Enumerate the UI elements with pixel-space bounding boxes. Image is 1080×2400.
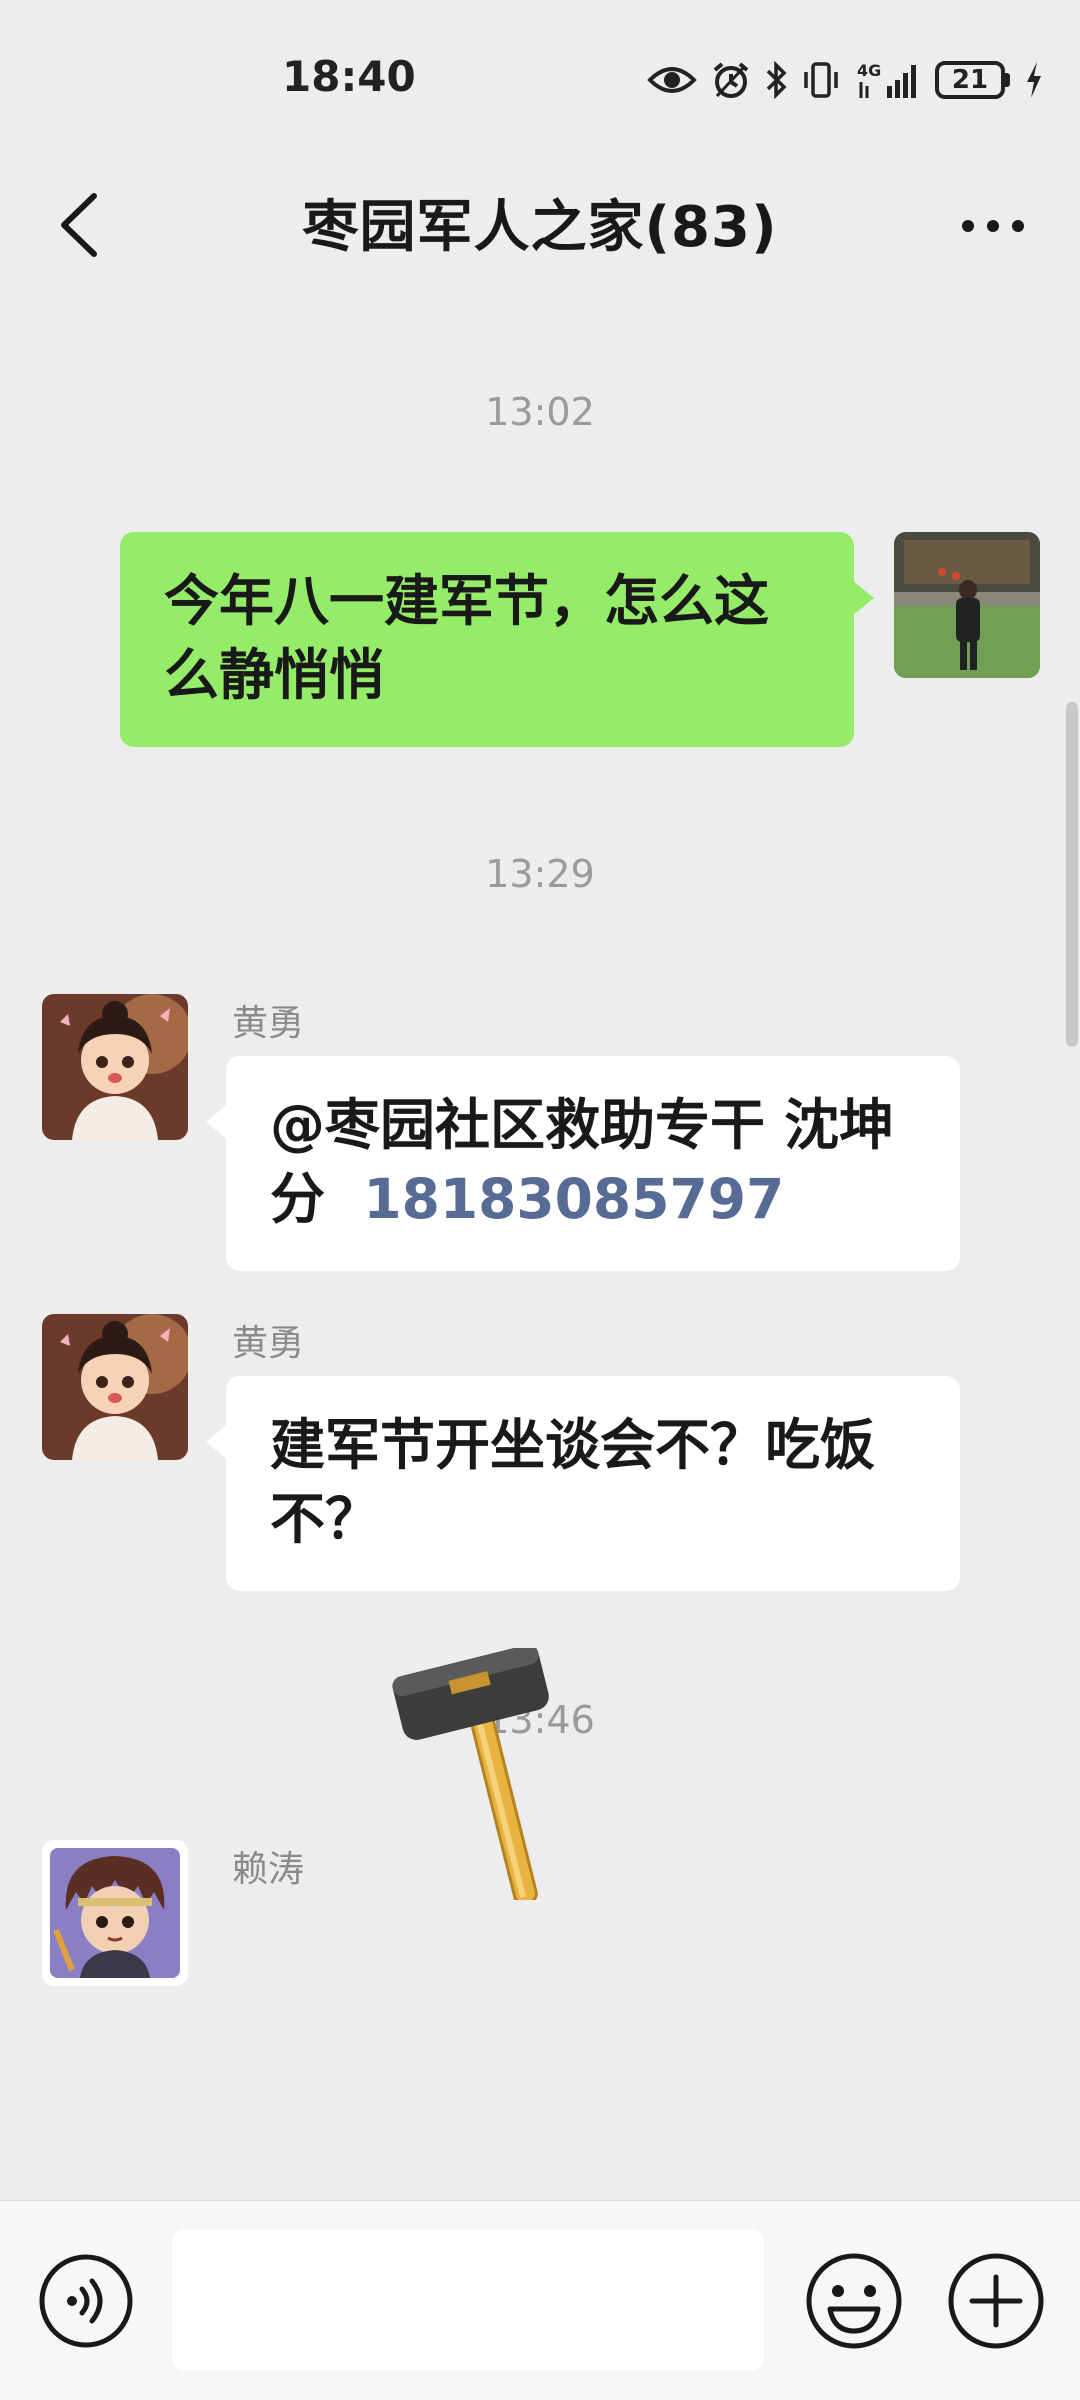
network-label: 4G xyxy=(857,61,881,80)
signal-icon: 4G xyxy=(857,61,916,98)
chat-header: 枣园军人之家(83) xyxy=(0,150,1080,300)
phone-number-link[interactable]: 18183085797 xyxy=(363,1167,784,1231)
hammer-sticker[interactable] xyxy=(380,1648,580,1900)
eye-icon xyxy=(647,67,697,93)
timestamp: 13:02 xyxy=(485,390,595,434)
sender-avatar[interactable] xyxy=(42,1840,188,1986)
voice-icon[interactable] xyxy=(38,2253,134,2349)
alarm-icon xyxy=(713,62,749,98)
status-icons: 4G 21 xyxy=(647,58,1044,102)
my-avatar[interactable] xyxy=(894,532,1040,678)
charging-icon xyxy=(1027,62,1041,98)
more-dots-icon[interactable] xyxy=(958,206,1028,246)
input-bar xyxy=(0,2200,1080,2400)
timestamp: 13:29 xyxy=(485,852,595,896)
status-time: 18:40 xyxy=(282,52,416,101)
plus-icon[interactable] xyxy=(946,2251,1046,2351)
incoming-message-bubble[interactable]: @枣园社区救助专干 沈坤分 18183085797 xyxy=(206,1056,960,1271)
sender-avatar[interactable] xyxy=(42,1314,188,1460)
status-bar: 18:40 4G 21 xyxy=(0,0,1080,150)
sender-avatar[interactable] xyxy=(42,994,188,1140)
chat-title: 枣园军人之家(83) xyxy=(302,195,778,260)
outgoing-message-bubble[interactable]: 今年八一建军节，怎么这么静悄悄 xyxy=(120,532,874,747)
message-list[interactable]: 13:02 今年八一建军节，怎么这么静悄悄 13:29 黄勇 @枣园社区救助专干… xyxy=(0,300,1080,2200)
emoji-icon[interactable] xyxy=(804,2251,904,2351)
message-input[interactable] xyxy=(172,2229,764,2371)
battery-level: 21 xyxy=(935,61,1005,99)
battery-icon: 21 xyxy=(935,61,1010,99)
sender-name: 赖涛 xyxy=(232,1849,305,1890)
bluetooth-icon xyxy=(766,60,787,100)
sender-name: 黄勇 xyxy=(232,1323,305,1364)
sender-name: 黄勇 xyxy=(232,1003,305,1044)
vibrate-icon xyxy=(804,62,838,98)
incoming-message-bubble[interactable]: 建军节开坐谈会不？吃饭不？ xyxy=(206,1376,960,1591)
